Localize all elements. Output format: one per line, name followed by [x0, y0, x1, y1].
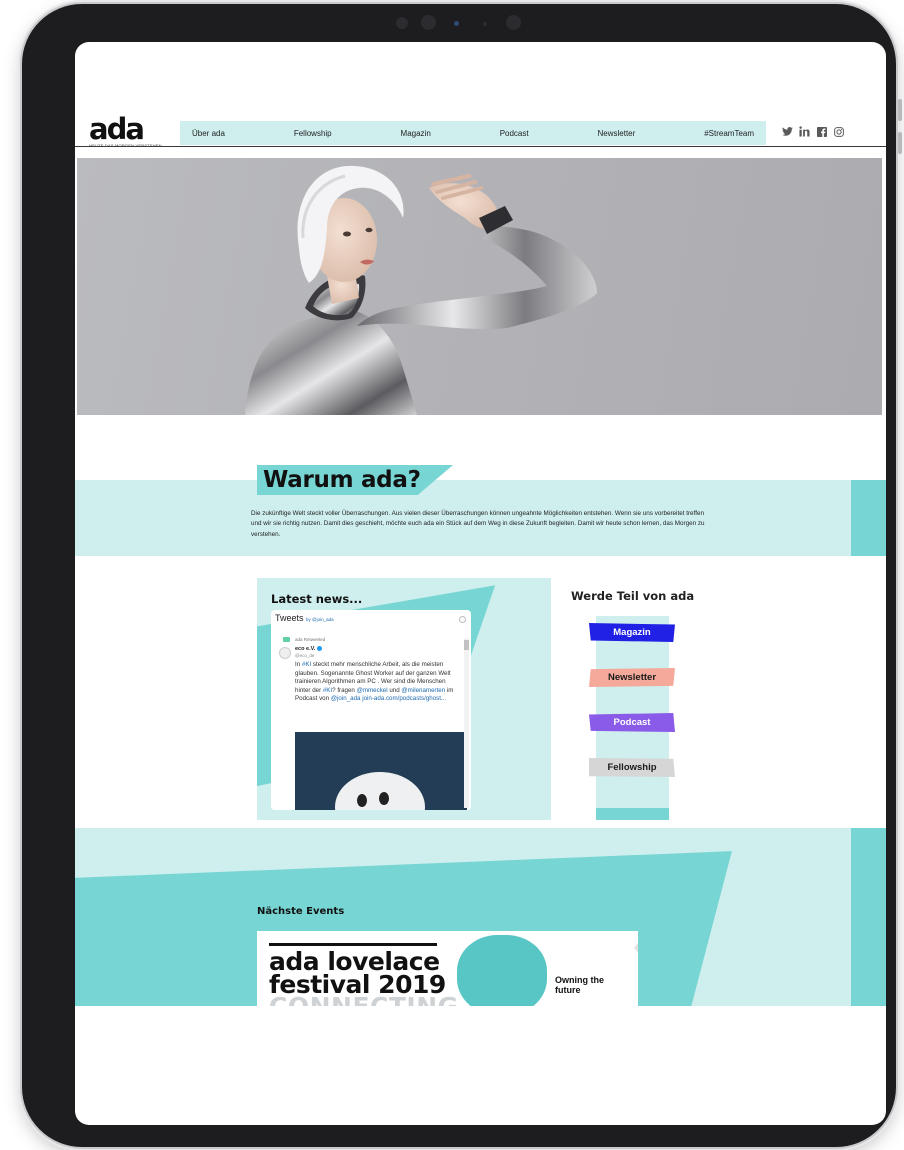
sensor-icon	[506, 15, 521, 30]
sensor-icon	[396, 17, 408, 29]
nav-item-streamteam[interactable]: #StreamTeam	[704, 129, 754, 138]
robot-eye	[379, 792, 389, 805]
poster-rule	[269, 943, 437, 946]
logo-wordmark: ada	[89, 112, 145, 146]
tweet-author-name: eco e.V.	[295, 646, 316, 652]
decorative-arc	[587, 931, 638, 961]
hardware-button	[898, 99, 902, 121]
tweet-author[interactable]: eco e.V.	[295, 646, 323, 652]
nav-item-newsletter[interactable]: Newsletter	[598, 129, 636, 138]
tweet-media-image[interactable]	[295, 732, 467, 810]
scrollbar-thumb[interactable]	[464, 640, 469, 650]
why-ada-text: Die zukünftige Welt steckt voller Überra…	[251, 510, 705, 538]
event-poster[interactable]: ada lovelace festival 2019 CONNECTING Ow…	[257, 931, 638, 1006]
social-links	[782, 126, 844, 137]
sensor-icon	[483, 22, 487, 26]
tweet-text-segment: In	[295, 661, 302, 668]
twitter-timeline-widget[interactable]: Tweets by @join_ada ada Retweeted eco e.…	[271, 610, 471, 810]
twitter-widget-header: Tweets by @join_ada	[275, 613, 334, 623]
scrollbar[interactable]	[464, 638, 469, 808]
join-button-newsletter[interactable]: Newsletter	[589, 668, 675, 687]
poster-title-line3: CONNECTING	[269, 994, 459, 1006]
tablet-frame: ada HEUTE DAS MORGEN VERSTEHEN Über ada …	[22, 4, 902, 1147]
linkedin-icon[interactable]	[799, 126, 810, 137]
instagram-icon[interactable]	[833, 126, 844, 137]
browser-viewport: ada HEUTE DAS MORGEN VERSTEHEN Über ada …	[75, 42, 886, 1125]
latest-news-section: Latest news... Tweets by @join_ada ada R…	[257, 578, 551, 820]
ada-logo[interactable]: ada HEUTE DAS MORGEN VERSTEHEN	[89, 112, 165, 149]
hardware-button	[898, 132, 902, 154]
tweet-link[interactable]: #KI	[323, 687, 332, 694]
twitter-icon[interactable]	[782, 126, 793, 137]
main-nav: Über ada Fellowship Magazin Podcast News…	[180, 121, 766, 145]
why-ada-heading: Warum ada?	[263, 467, 421, 493]
avatar[interactable]	[279, 647, 291, 659]
nav-item-ueber-ada[interactable]: Über ada	[192, 129, 225, 138]
events-heading: Nächste Events	[257, 906, 345, 917]
decorative-stripe	[851, 828, 886, 1006]
decorative-stripe	[851, 480, 886, 556]
hero-illustration	[245, 165, 597, 415]
join-ada-heading: Werde Teil von ada	[571, 589, 695, 603]
robot-eye	[357, 794, 367, 807]
join-button-fellowship[interactable]: Fellowship	[589, 758, 675, 777]
verified-icon	[317, 646, 323, 652]
nav-item-fellowship[interactable]: Fellowship	[294, 129, 332, 138]
retweet-label: ada Retweeted	[295, 637, 326, 642]
nav-item-magazin[interactable]: Magazin	[401, 129, 431, 138]
tweet-link[interactable]: #KI	[302, 661, 311, 668]
tweet-text: In #KI steckt mehr menschliche Arbeit, a…	[295, 661, 458, 704]
sensor-icon	[454, 21, 459, 26]
tweet-link[interactable]: @join_ada	[331, 695, 361, 702]
latest-news-heading: Latest news...	[271, 592, 363, 606]
robot-illustration	[335, 772, 425, 810]
poster-tagline: Owning the future	[555, 975, 604, 995]
tweet-link[interactable]: join-ada.com/podcasts/ghost...	[362, 695, 446, 702]
facebook-icon[interactable]	[816, 126, 827, 137]
hero-image	[77, 158, 882, 415]
tweet-link[interactable]: @mmeckel	[357, 687, 388, 694]
tweet-text-segment: und	[387, 686, 402, 694]
header-divider	[75, 146, 886, 147]
nav-item-podcast[interactable]: Podcast	[500, 129, 529, 138]
tweets-heading: Tweets	[275, 613, 304, 623]
camera-icon	[421, 15, 436, 30]
join-button-podcast[interactable]: Podcast	[589, 713, 675, 732]
decorative-stripe	[596, 808, 669, 820]
join-button-magazin[interactable]: Magazin	[589, 623, 675, 642]
tweets-by-link[interactable]: by @join_ada	[306, 617, 334, 622]
retweet-icon	[283, 637, 290, 642]
info-icon[interactable]	[459, 616, 466, 623]
tweet-link[interactable]: @milenamerten	[401, 687, 445, 694]
tweet-handle[interactable]: @eco_de	[295, 653, 314, 658]
ada-lovelace-portrait	[457, 935, 547, 1006]
tweet-text-segment: ? fragen	[332, 686, 357, 694]
